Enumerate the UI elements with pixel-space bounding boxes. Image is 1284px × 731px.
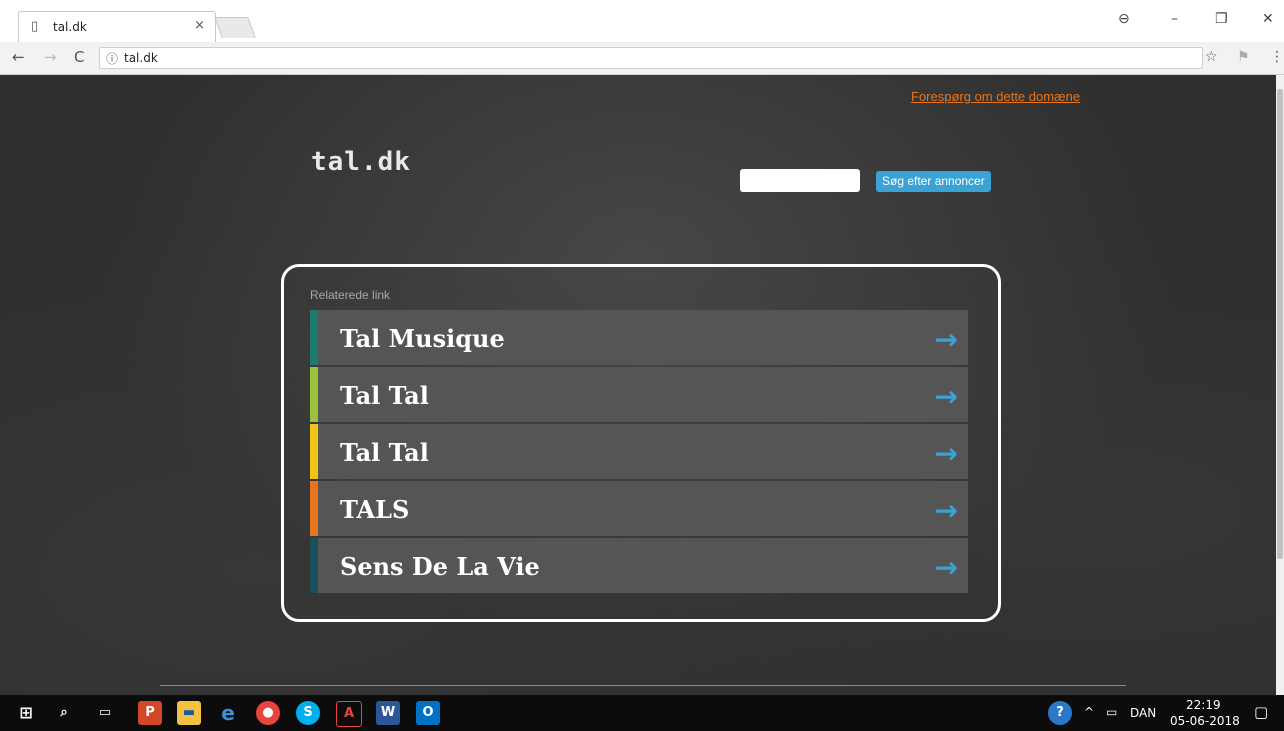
back-button[interactable]: ← (12, 48, 25, 66)
related-link-sens-de-la-vie[interactable]: Sens De La Vie → (310, 538, 968, 593)
action-center-icon[interactable]: ▢ (1254, 703, 1268, 721)
windows-taskbar: ⊞ ⌕ ▭ P ▬ e ● S A W O ? ^ ▭ DAN 22:19 05… (0, 695, 1284, 731)
link-color-bar (310, 424, 318, 479)
arrow-right-icon: → (934, 494, 958, 527)
reload-button[interactable]: C (74, 48, 84, 66)
word-icon[interactable]: W (376, 701, 400, 725)
link-label: Sens De La Vie (340, 552, 540, 581)
link-color-bar (310, 310, 318, 365)
minimize-button[interactable]: – (1171, 11, 1178, 27)
related-link-tal-tal-2[interactable]: Tal Tal → (310, 424, 968, 479)
browser-tab[interactable]: ▯ tal.dk × (18, 11, 216, 43)
link-color-bar (310, 481, 318, 536)
help-icon[interactable]: ? (1048, 701, 1072, 725)
link-label: TALS (340, 495, 410, 524)
related-link-tals[interactable]: TALS → (310, 481, 968, 536)
bookmark-star-icon[interactable]: ☆ (1205, 49, 1218, 65)
close-window-button[interactable]: ✕ (1262, 11, 1274, 27)
arrow-right-icon: → (934, 551, 958, 584)
forward-button[interactable]: → (44, 48, 57, 66)
web-page: Forespørg om dette domæne tal.dk Søg eft… (0, 75, 1276, 695)
related-link-tal-tal[interactable]: Tal Tal → (310, 367, 968, 422)
link-label: Tal Tal (340, 381, 429, 410)
link-color-bar (310, 538, 318, 593)
browser-toolbar: ← → C ⓘ tal.dk ☆ ⚑ ⋮ (0, 42, 1284, 75)
site-logo: tal.dk (311, 147, 411, 177)
address-url[interactable]: tal.dk (124, 51, 158, 65)
footer-divider (160, 685, 1126, 686)
related-links-heading: Relaterede link (310, 288, 391, 302)
network-icon[interactable]: ▭ (1106, 705, 1117, 719)
address-bar[interactable]: ⓘ tal.dk (99, 47, 1203, 69)
tab-title: tal.dk (53, 20, 87, 34)
tab-strip: ▯ tal.dk × ⊖ – ❐ ✕ (0, 0, 1284, 43)
account-icon[interactable]: ⊖ (1118, 11, 1130, 27)
tab-close-icon[interactable]: × (194, 18, 205, 33)
page-icon: ▯ (31, 19, 39, 34)
new-tab-button[interactable] (214, 17, 256, 38)
site-info-icon[interactable]: ⓘ (106, 50, 118, 67)
chrome-icon[interactable]: ● (256, 701, 280, 725)
powerpoint-icon[interactable]: P (138, 701, 162, 725)
arrow-right-icon: → (934, 437, 958, 470)
clock-time[interactable]: 22:19 (1186, 698, 1221, 712)
restore-button[interactable]: ❐ (1215, 11, 1228, 27)
browser-menu-icon[interactable]: ⋮ (1270, 49, 1284, 65)
page-scrollbar[interactable] (1276, 75, 1284, 695)
link-label: Tal Tal (340, 438, 429, 467)
file-explorer-icon[interactable]: ▬ (177, 701, 201, 725)
clock-date[interactable]: 05-06-2018 (1170, 714, 1240, 728)
search-icon[interactable]: ⌕ (52, 701, 76, 725)
task-view-icon[interactable]: ▭ (93, 701, 117, 725)
inquire-domain-link[interactable]: Forespørg om dette domæne (911, 89, 1080, 104)
arrow-right-icon: → (934, 323, 958, 356)
outlook-icon[interactable]: O (416, 701, 440, 725)
arrow-right-icon: → (934, 380, 958, 413)
scrollbar-thumb[interactable] (1277, 89, 1283, 559)
skype-icon[interactable]: S (296, 701, 320, 725)
related-links-list: Tal Musique → Tal Tal → Tal Tal → TALS →… (310, 310, 968, 595)
related-link-tal-musique[interactable]: Tal Musique → (310, 310, 968, 365)
search-ads-button[interactable]: Søg efter annoncer (876, 171, 991, 192)
extension-icon[interactable]: ⚑ (1237, 49, 1250, 65)
link-color-bar (310, 367, 318, 422)
start-icon[interactable]: ⊞ (14, 701, 38, 725)
acrobat-icon[interactable]: A (336, 701, 362, 727)
search-input[interactable] (740, 169, 860, 192)
edge-icon[interactable]: e (216, 701, 240, 725)
link-label: Tal Musique (340, 324, 505, 353)
tray-chevron-icon[interactable]: ^ (1084, 705, 1094, 719)
language-indicator[interactable]: DAN (1130, 706, 1156, 720)
